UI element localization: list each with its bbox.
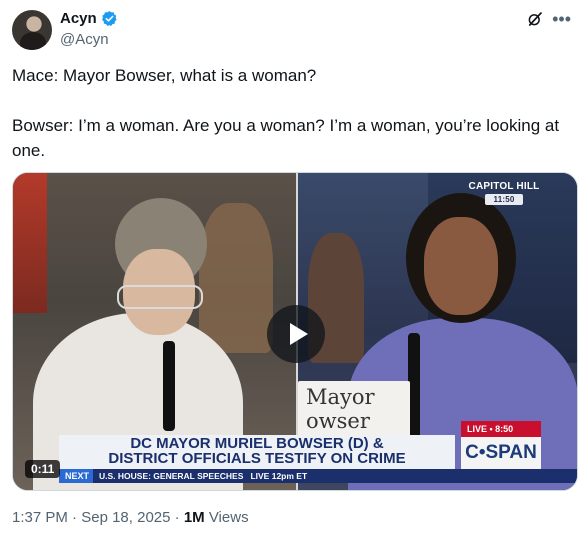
background-person-left bbox=[199, 203, 273, 353]
meta-separator: · bbox=[72, 509, 78, 526]
tweet-metadata: 1:37 PM · Sep 18, 2025 · 1M Views bbox=[12, 509, 249, 526]
verified-badge-icon bbox=[101, 11, 117, 27]
author-display-name[interactable]: Acyn bbox=[60, 10, 97, 27]
views-count[interactable]: 1M bbox=[184, 509, 205, 526]
location-label: CAPITOL HILL bbox=[468, 181, 540, 192]
live-indicator: LIVE • 8:50 bbox=[461, 421, 541, 437]
network-logo: C•SPAN bbox=[461, 437, 541, 469]
ticker-prefix: NEXT bbox=[59, 469, 93, 483]
ticker-text: U.S. HOUSE: GENERAL SPEECHES LIVE 12pm E… bbox=[99, 471, 308, 481]
news-ticker: NEXT U.S. HOUSE: GENERAL SPEECHES LIVE 1… bbox=[59, 469, 577, 483]
author-name-row: Acyn bbox=[60, 10, 118, 27]
news-headline: DC MAYOR MURIEL BOWSER (D) & DISTRICT OF… bbox=[108, 435, 406, 467]
more-dots-icon[interactable]: ••• bbox=[552, 10, 571, 28]
play-icon[interactable] bbox=[267, 305, 325, 363]
location-time: 11:50 bbox=[485, 194, 523, 205]
views-label: Views bbox=[208, 509, 249, 526]
speaker-right-face bbox=[424, 217, 498, 315]
nameplate-text: Mayor owser bbox=[306, 385, 375, 433]
speaker-left-glasses bbox=[117, 285, 203, 309]
flag-shape bbox=[13, 173, 47, 313]
tweet-actions-top: ••• bbox=[526, 10, 571, 28]
tweet-time[interactable]: 1:37 PM bbox=[12, 509, 68, 526]
microphone-left bbox=[163, 341, 175, 431]
meta-separator: · bbox=[174, 509, 180, 526]
grok-icon[interactable] bbox=[526, 10, 544, 28]
author-avatar[interactable] bbox=[12, 10, 52, 50]
video-player[interactable]: Mayor owser CAPITOL HILL 11:50 DC MAYOR … bbox=[12, 172, 578, 491]
video-duration: 0:11 bbox=[25, 460, 61, 478]
tweet-date[interactable]: Sep 18, 2025 bbox=[81, 509, 170, 526]
nameplate: Mayor owser bbox=[298, 381, 410, 441]
location-badge: CAPITOL HILL 11:50 bbox=[465, 181, 543, 205]
tweet-text: Mace: Mayor Bowser, what is a woman? Bow… bbox=[12, 66, 560, 160]
author-handle[interactable]: @Acyn bbox=[60, 31, 109, 48]
